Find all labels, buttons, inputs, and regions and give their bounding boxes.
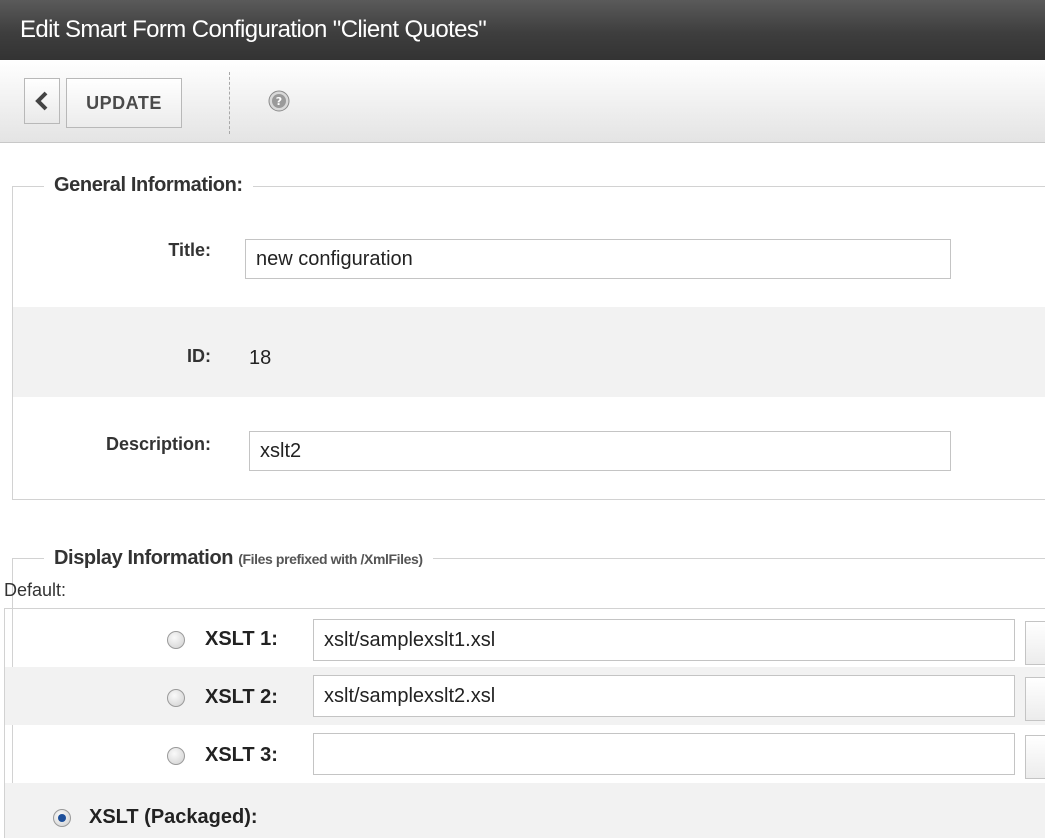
chevron-left-icon [35,91,48,111]
description-input[interactable] [249,431,951,471]
xslt-options-panel: XSLT 1: XSLT 2: XSLT 3: XSLT (Packaged): [4,608,1045,838]
xslt-2-input[interactable] [313,675,1015,717]
xslt-3-browse-button[interactable] [1025,735,1045,779]
xslt-packaged-row: XSLT (Packaged): [5,783,1045,838]
xslt-2-radio[interactable] [167,689,185,707]
back-button[interactable] [24,78,60,124]
window-title: Edit Smart Form Configuration "Client Qu… [20,16,487,43]
description-label: Description: [105,434,211,454]
toolbar: UPDATE ? [0,60,1045,143]
xslt-1-radio[interactable] [167,631,185,649]
title-label: Title: [168,240,211,260]
xslt-3-radio[interactable] [167,747,185,765]
xslt-packaged-radio[interactable] [53,809,71,827]
xslt-2-row: XSLT 2: [5,667,1045,725]
help-icon[interactable]: ? [268,90,290,112]
default-label: Default: [4,580,67,600]
xslt-2-label: XSLT 2: [205,686,278,708]
description-row: Description: [13,397,1045,497]
display-information-note: (Files prefixed with /XmlFiles) [238,551,423,567]
general-information-fieldset: Title: ID: 18 Description: [12,186,1045,500]
xslt-packaged-label: XSLT (Packaged): [89,806,258,828]
update-button[interactable]: UPDATE [66,78,182,128]
xslt-2-browse-button[interactable] [1025,677,1045,721]
xslt-1-browse-button[interactable] [1025,621,1045,665]
general-information-legend: General Information: [44,174,253,197]
id-value: 18 [249,347,272,369]
xslt-3-label: XSLT 3: [205,744,278,766]
window-titlebar: Edit Smart Form Configuration "Client Qu… [0,0,1045,60]
toolbar-separator [229,72,230,134]
xslt-3-input[interactable] [313,733,1015,775]
display-information-legend: Display Information (Files prefixed with… [44,547,433,570]
title-row: Title: [13,187,1045,307]
display-information-title: Display Information [54,547,234,569]
title-input[interactable] [245,239,951,279]
edit-smart-form-page: Edit Smart Form Configuration "Client Qu… [0,0,1045,838]
xslt-3-row: XSLT 3: [5,725,1045,783]
id-label: ID: [187,346,211,366]
xslt-1-row: XSLT 1: [5,609,1045,667]
svg-text:?: ? [276,95,282,108]
id-row: ID: 18 [13,307,1045,397]
xslt-1-input[interactable] [313,619,1015,661]
xslt-1-label: XSLT 1: [205,628,278,650]
